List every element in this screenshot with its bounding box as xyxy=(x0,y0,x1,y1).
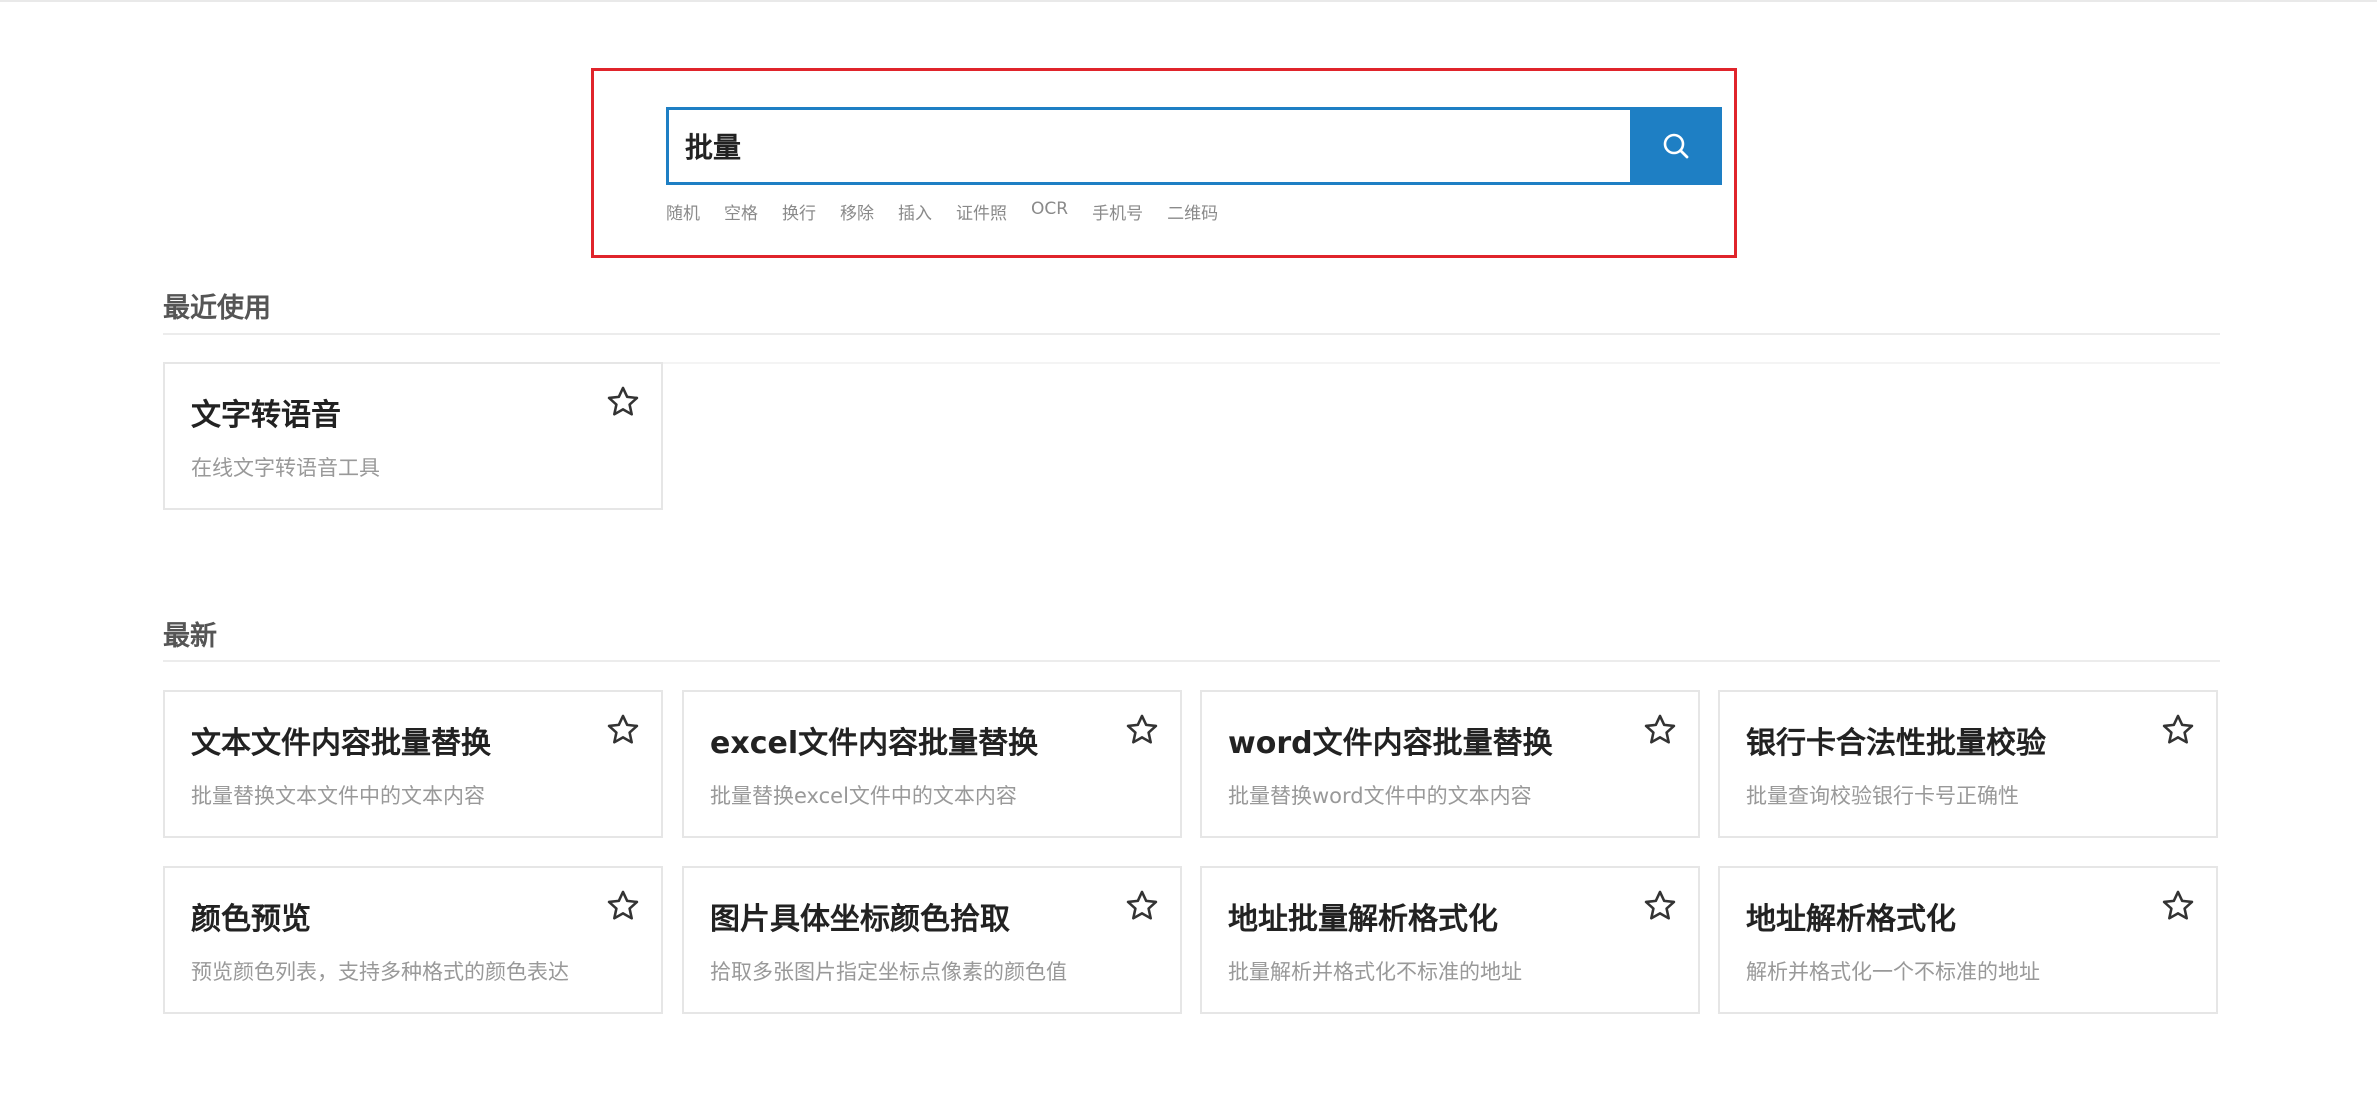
search-button[interactable] xyxy=(1630,107,1722,185)
hot-tag-insert[interactable]: 插入 xyxy=(898,199,932,224)
hot-tag-space[interactable]: 空格 xyxy=(724,199,758,224)
top-divider xyxy=(0,0,2377,2)
star-outline-icon[interactable] xyxy=(1124,888,1160,924)
recent-section-title: 最近使用 xyxy=(163,293,271,324)
star-outline-icon[interactable] xyxy=(605,384,641,420)
star-outline-icon[interactable] xyxy=(1124,712,1160,748)
card-description: 批量替换excel文件中的文本内容 xyxy=(710,784,1017,808)
card-title: excel文件内容批量替换 xyxy=(710,726,1039,761)
card-description: 批量替换word文件中的文本内容 xyxy=(1228,784,1532,808)
card-description: 解析并格式化一个不标准的地址 xyxy=(1746,960,2040,984)
tool-card-address-parse[interactable]: 地址解析格式化 解析并格式化一个不标准的地址 xyxy=(1718,866,2218,1014)
hot-tag-phone[interactable]: 手机号 xyxy=(1092,199,1143,224)
latest-section-divider xyxy=(163,660,2220,662)
tool-card-address-batch-parse[interactable]: 地址批量解析格式化 批量解析并格式化不标准的地址 xyxy=(1200,866,1700,1014)
star-outline-icon[interactable] xyxy=(1642,888,1678,924)
latest-section-title: 最新 xyxy=(163,621,217,652)
card-description: 批量替换文本文件中的文本内容 xyxy=(191,784,485,808)
tool-card-color-preview[interactable]: 颜色预览 预览颜色列表，支持多种格式的颜色表达 xyxy=(163,866,663,1014)
search-input[interactable] xyxy=(666,107,1630,185)
hot-tag-id-photo[interactable]: 证件照 xyxy=(956,199,1007,224)
card-title: 地址批量解析格式化 xyxy=(1228,902,1498,937)
hot-search-tags: 随机 空格 换行 移除 插入 证件照 OCR 手机号 二维码 xyxy=(666,199,1242,224)
card-title: 图片具体坐标颜色拾取 xyxy=(710,902,1010,937)
card-title: 颜色预览 xyxy=(191,902,311,937)
search-highlight-box: 随机 空格 换行 移除 插入 证件照 OCR 手机号 二维码 xyxy=(591,68,1737,258)
tool-card-bank-card-batch-validate[interactable]: 银行卡合法性批量校验 批量查询校验银行卡号正确性 xyxy=(1718,690,2218,838)
star-outline-icon[interactable] xyxy=(2160,712,2196,748)
card-title: 银行卡合法性批量校验 xyxy=(1746,726,2046,761)
hot-tag-remove[interactable]: 移除 xyxy=(840,199,874,224)
card-title: 地址解析格式化 xyxy=(1746,902,1956,937)
hot-tag-random[interactable]: 随机 xyxy=(666,199,700,224)
recent-section-divider xyxy=(163,333,2220,335)
card-title: 文本文件内容批量替换 xyxy=(191,726,491,761)
hot-tag-qrcode[interactable]: 二维码 xyxy=(1167,199,1218,224)
star-outline-icon[interactable] xyxy=(1642,712,1678,748)
card-title: word文件内容批量替换 xyxy=(1228,726,1553,761)
card-description: 拾取多张图片指定坐标点像素的颜色值 xyxy=(710,960,1067,984)
card-description: 在线文字转语音工具 xyxy=(191,456,380,480)
star-outline-icon[interactable] xyxy=(605,712,641,748)
hot-tag-ocr[interactable]: OCR xyxy=(1031,199,1068,224)
star-outline-icon[interactable] xyxy=(605,888,641,924)
star-outline-icon[interactable] xyxy=(2160,888,2196,924)
search-icon xyxy=(1663,133,1689,159)
tool-card-text-file-batch-replace[interactable]: 文本文件内容批量替换 批量替换文本文件中的文本内容 xyxy=(163,690,663,838)
search-bar xyxy=(666,107,1722,185)
card-description: 批量解析并格式化不标准的地址 xyxy=(1228,960,1522,984)
hot-tag-newline[interactable]: 换行 xyxy=(782,199,816,224)
tool-card-text-to-speech[interactable]: 文字转语音 在线文字转语音工具 xyxy=(163,362,663,510)
tool-card-image-color-picker[interactable]: 图片具体坐标颜色拾取 拾取多张图片指定坐标点像素的颜色值 xyxy=(682,866,1182,1014)
tool-card-word-batch-replace[interactable]: word文件内容批量替换 批量替换word文件中的文本内容 xyxy=(1200,690,1700,838)
card-description: 批量查询校验银行卡号正确性 xyxy=(1746,784,2019,808)
card-title: 文字转语音 xyxy=(191,398,341,433)
tool-card-excel-batch-replace[interactable]: excel文件内容批量替换 批量替换excel文件中的文本内容 xyxy=(682,690,1182,838)
card-description: 预览颜色列表，支持多种格式的颜色表达 xyxy=(191,960,569,984)
